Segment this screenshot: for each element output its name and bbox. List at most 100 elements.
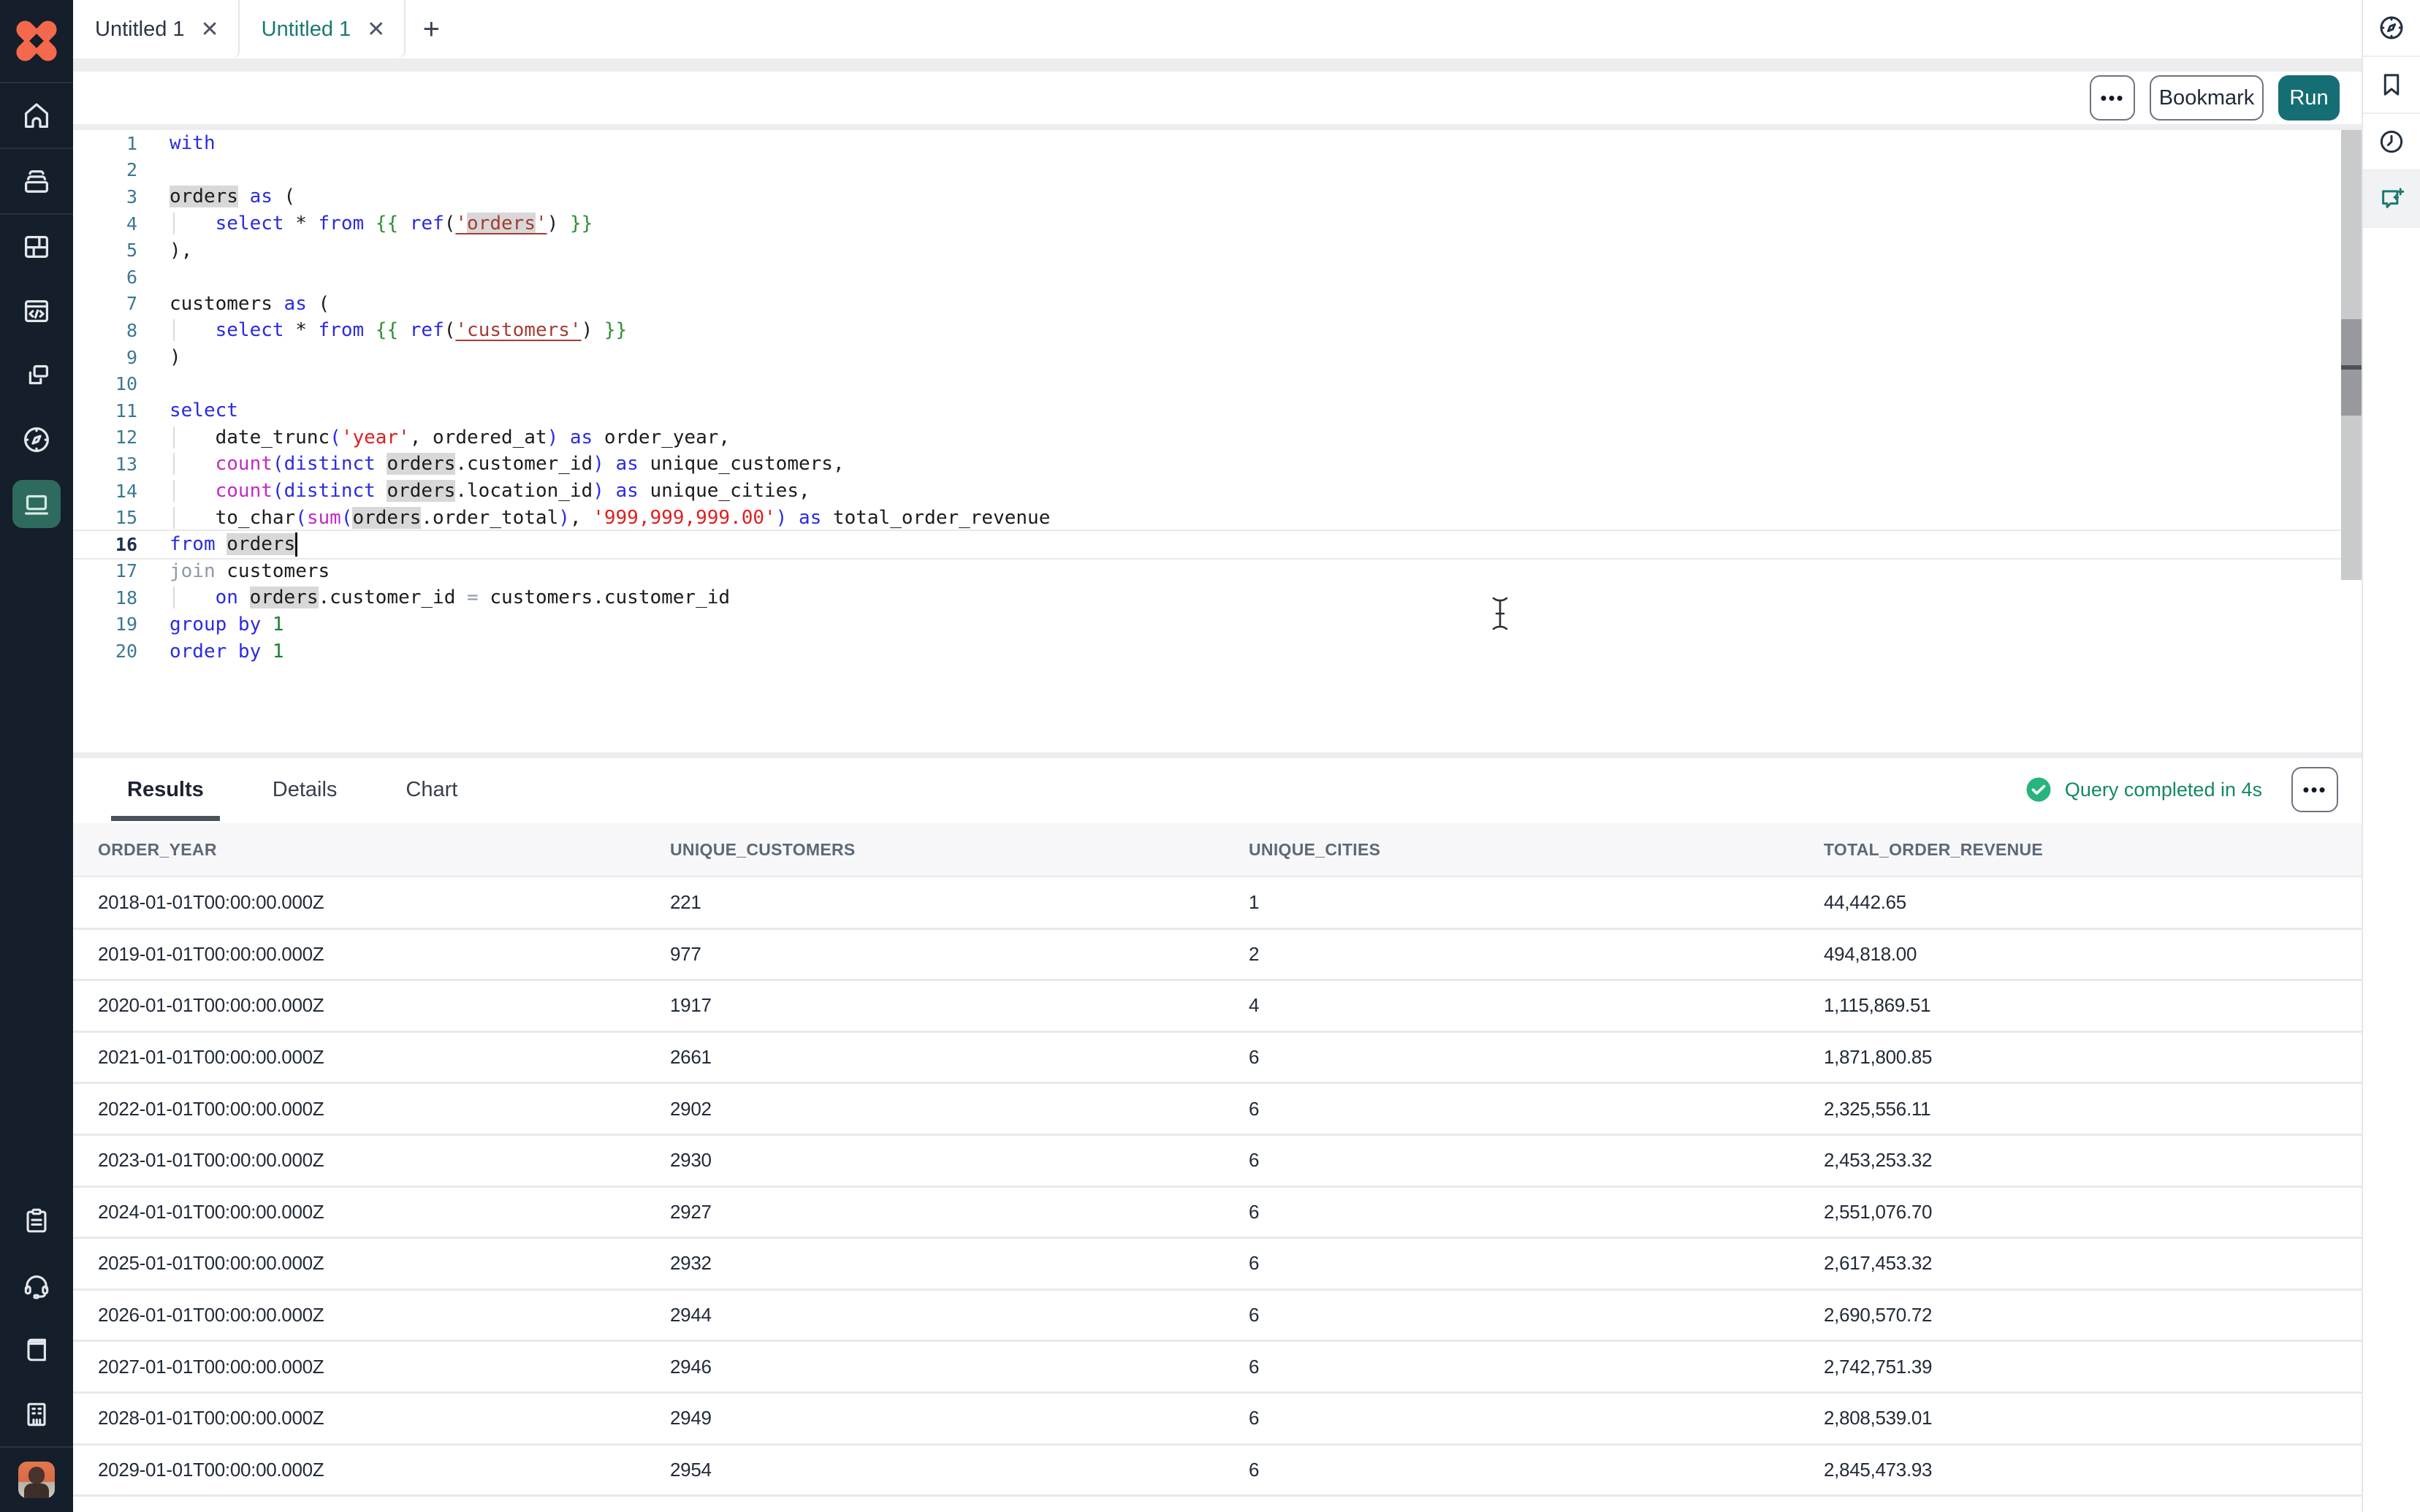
results-panel: ResultsDetailsChart Query completed in 4… <box>73 758 2362 1512</box>
table-row[interactable]: 2026-01-01T00:00:00.000Z294462,690,570.7… <box>73 1291 2362 1343</box>
table-row[interactable]: 2019-01-01T00:00:00.000Z9772494,818.00 <box>73 930 2362 982</box>
code-line[interactable]: 14 count(distinct orders.location_id) as… <box>73 478 2362 505</box>
code-line[interactable]: 1with <box>73 130 2362 157</box>
table-row[interactable]: 2021-01-01T00:00:00.000Z266161,871,800.8… <box>73 1033 2362 1085</box>
line-number: 11 <box>73 400 137 421</box>
table-row[interactable]: 2025-01-01T00:00:00.000Z293262,617,453.3… <box>73 1239 2362 1291</box>
line-number: 8 <box>73 320 137 341</box>
code-line[interactable]: 3orders as ( <box>73 183 2362 210</box>
compass-icon[interactable] <box>0 408 73 472</box>
ai-chat-sparkle-icon[interactable] <box>2363 171 2420 228</box>
table-row[interactable]: 2023-01-01T00:00:00.000Z293062,453,253.3… <box>73 1136 2362 1188</box>
table-cell: 6 <box>1249 1201 1824 1223</box>
code-line[interactable]: 10 <box>73 370 2362 397</box>
code-line[interactable]: 15 to_char(sum(orders.order_total), '999… <box>73 504 2362 531</box>
column-header[interactable]: TOTAL_ORDER_REVENUE <box>1824 840 2362 860</box>
bookmark-icon[interactable] <box>2363 57 2420 114</box>
code-line[interactable]: 2 <box>73 157 2362 184</box>
line-number: 14 <box>73 481 137 502</box>
line-number: 18 <box>73 587 137 608</box>
code-line[interactable]: 6 <box>73 264 2362 291</box>
building-icon[interactable] <box>0 1382 73 1446</box>
code-line[interactable]: 4 select * from {{ ref('orders') }} <box>73 210 2362 237</box>
column-header[interactable]: ORDER_YEAR <box>98 840 670 860</box>
line-number: 5 <box>73 240 137 261</box>
table-cell: 2944 <box>670 1304 1249 1326</box>
code-line[interactable]: 9) <box>73 344 2362 371</box>
more-options-button[interactable]: ••• <box>2090 75 2135 121</box>
column-header[interactable]: UNIQUE_CITIES <box>1249 840 1824 860</box>
run-button[interactable]: Run <box>2278 75 2340 121</box>
line-content: group by 1 <box>137 614 284 635</box>
code-line[interactable]: 16from orders <box>73 531 2362 558</box>
code-line[interactable]: 11select <box>73 397 2362 424</box>
clipboard-icon[interactable] <box>0 1189 73 1253</box>
table-row[interactable]: 2029-01-01T00:00:00.000Z295462,845,473.9… <box>73 1446 2362 1497</box>
table-row[interactable]: 2030-01-01T00:00:00.000Z287961,841,049.3… <box>73 1497 2362 1512</box>
column-header[interactable]: UNIQUE_CUSTOMERS <box>670 840 1249 860</box>
table-cell: 2024-01-01T00:00:00.000Z <box>98 1201 670 1223</box>
table-cell: 2023-01-01T00:00:00.000Z <box>98 1149 670 1172</box>
editor-tab[interactable]: Untitled 1✕ <box>240 0 406 58</box>
history-clock-icon[interactable] <box>2363 114 2420 171</box>
tab-close-icon[interactable]: ✕ <box>201 17 219 42</box>
editor-tab[interactable]: Untitled 1 ✕ <box>73 0 240 58</box>
inbox-tray-icon[interactable] <box>0 149 73 213</box>
line-number: 10 <box>73 373 137 394</box>
line-number: 19 <box>73 614 137 635</box>
table-row[interactable]: 2024-01-01T00:00:00.000Z292762,551,076.7… <box>73 1188 2362 1240</box>
table-cell: 6 <box>1249 1407 1824 1429</box>
code-window-icon[interactable] <box>0 279 73 343</box>
table-cell: 2 <box>1249 943 1824 966</box>
code-line[interactable]: 13 count(distinct orders.customer_id) as… <box>73 451 2362 478</box>
compass-icon[interactable] <box>2363 0 2420 57</box>
table-row[interactable]: 2028-01-01T00:00:00.000Z294962,808,539.0… <box>73 1394 2362 1446</box>
table-cell: 2946 <box>670 1356 1249 1378</box>
line-number: 7 <box>73 293 137 314</box>
user-avatar[interactable] <box>0 1448 73 1512</box>
results-tab-details[interactable]: Details <box>256 758 354 821</box>
code-line[interactable]: 7customers as ( <box>73 291 2362 318</box>
popout-windows-icon[interactable] <box>0 343 73 408</box>
book-icon[interactable] <box>0 1318 73 1382</box>
line-number: 1 <box>73 133 137 154</box>
results-more-button[interactable]: ••• <box>2291 767 2338 812</box>
code-line[interactable]: 8 select * from {{ ref('customers') }} <box>73 317 2362 344</box>
table-row[interactable]: 2022-01-01T00:00:00.000Z290262,325,556.1… <box>73 1084 2362 1136</box>
sql-editor[interactable]: 1with2 3orders as (4 select * from {{ ref… <box>73 130 2362 752</box>
headset-icon[interactable] <box>0 1253 73 1318</box>
editor-scrollbar[interactable] <box>2341 130 2362 580</box>
line-content: ), <box>137 240 192 261</box>
table-cell: 977 <box>670 943 1249 966</box>
terminal-icon[interactable] <box>0 472 73 536</box>
code-line[interactable]: 5), <box>73 237 2362 264</box>
dashboard-grid-icon[interactable] <box>0 215 73 279</box>
table-cell: 221 <box>670 891 1249 914</box>
code-line[interactable]: 12 date_trunc('year', ordered_at) as ord… <box>73 424 2362 451</box>
results-tab-bar: ResultsDetailsChart Query completed in 4… <box>73 758 2362 821</box>
bookmark-button[interactable]: Bookmark <box>2150 75 2264 121</box>
paradime-logo[interactable] <box>0 0 73 82</box>
line-content: join customers <box>137 560 330 582</box>
table-cell: 2954 <box>670 1459 1249 1481</box>
table-row[interactable]: 2020-01-01T00:00:00.000Z191741,115,869.5… <box>73 981 2362 1033</box>
code-line[interactable]: 19group by 1 <box>73 611 2362 638</box>
code-line[interactable]: 18 on orders.customer_id = customers.cus… <box>73 584 2362 611</box>
table-cell: 2,742,751.39 <box>1824 1356 2362 1378</box>
table-row[interactable]: 2027-01-01T00:00:00.000Z294662,742,751.3… <box>73 1342 2362 1394</box>
code-line[interactable]: 20order by 1 <box>73 638 2362 665</box>
code-line[interactable]: 17join customers <box>73 558 2362 585</box>
check-circle-icon <box>2025 776 2052 803</box>
line-content: with <box>137 132 216 154</box>
line-content: on orders.customer_id = customers.custom… <box>137 587 730 608</box>
home-icon[interactable] <box>0 83 73 148</box>
new-tab-button[interactable]: + <box>406 0 457 58</box>
results-tab-results[interactable]: Results <box>111 758 220 821</box>
table-cell: 1917 <box>670 994 1249 1017</box>
line-number: 2 <box>73 159 137 180</box>
tab-label: Untitled 1 <box>95 18 185 42</box>
tab-close-icon[interactable]: ✕ <box>367 17 385 42</box>
table-cell: 2022-01-01T00:00:00.000Z <box>98 1098 670 1120</box>
table-row[interactable]: 2018-01-01T00:00:00.000Z221144,442.65 <box>73 878 2362 930</box>
results-tab-chart[interactable]: Chart <box>389 758 473 821</box>
